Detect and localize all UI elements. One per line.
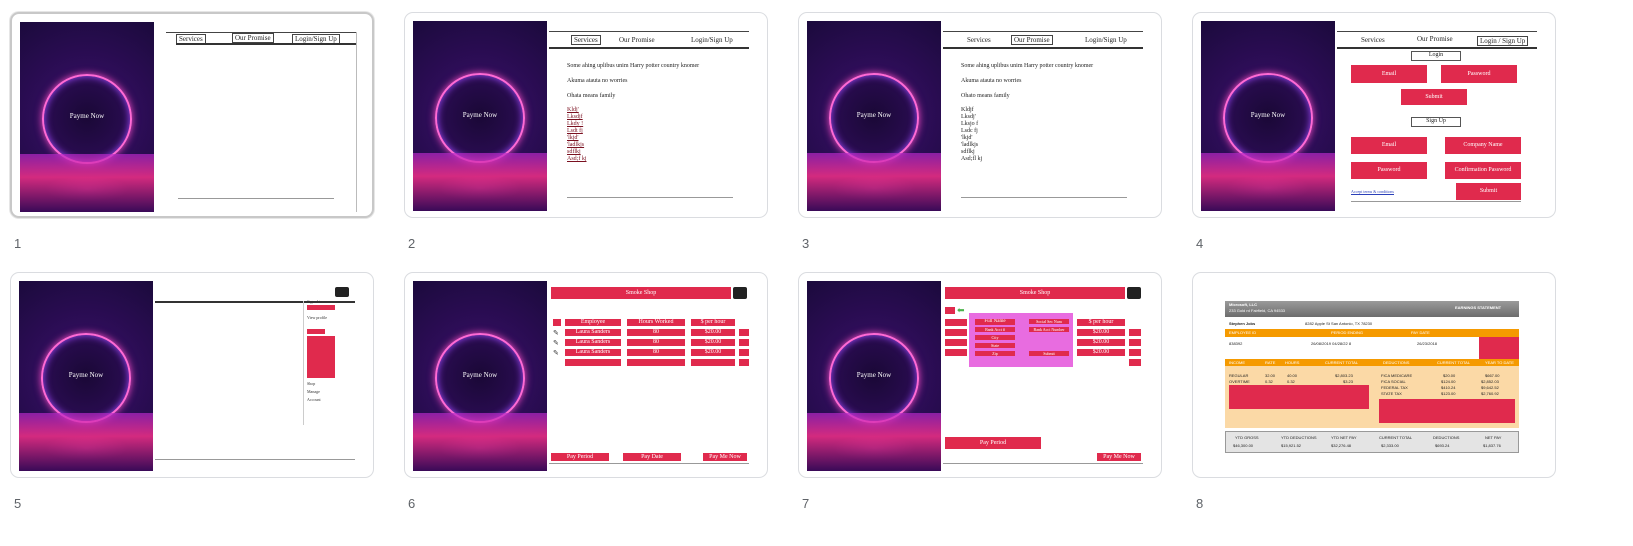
slide-thumbnail-8[interactable]: Microsoft, LLC 233 Gold rd Fairfield, CA… (1192, 272, 1556, 478)
nav-services[interactable]: Services (1361, 36, 1385, 44)
slide-thumbnail-2[interactable]: Payme Now Services Our Promise Login/Sig… (404, 12, 768, 218)
nav-our-promise[interactable]: Our Promise (1011, 35, 1053, 45)
password-field[interactable]: Password (1441, 65, 1517, 83)
slide-number: 1 (14, 236, 22, 251)
hero-image: Payme Now (807, 21, 941, 211)
hero-image: Payme Now (1201, 21, 1335, 211)
edit-icon[interactable]: ✎ (553, 339, 559, 347)
email-field[interactable]: Email (1351, 65, 1427, 83)
pay-period-button[interactable]: Pay Period (945, 437, 1041, 449)
signup-submit-button[interactable]: Submit (1456, 183, 1521, 200)
login-label: Login (1411, 51, 1461, 61)
slide-thumbnail-7[interactable]: Payme Now Smoke Shop ⬅ Full Name Bank Ac… (798, 272, 1162, 478)
signup-label: Sign Up (1411, 117, 1461, 127)
menu-toggle-button[interactable] (335, 287, 349, 297)
pay-date-button[interactable]: Pay Date (623, 453, 681, 461)
slide-canvas: Payme Now Services Our Promise Login/Sig… (20, 22, 366, 212)
shop-header: Smoke Shop (551, 287, 731, 299)
shop-header: Smoke Shop (945, 287, 1125, 299)
nav-login[interactable]: Login / Sign Up (1477, 36, 1529, 46)
edit-icon[interactable]: ✎ (553, 349, 559, 357)
hero-text: Payme Now (69, 112, 105, 120)
slide-thumbnail-4[interactable]: Payme Now Services Our Promise Login / S… (1192, 12, 1556, 218)
pay-me-now-button[interactable]: Pay Me Now (1097, 453, 1141, 461)
menu-toggle-button[interactable] (733, 287, 747, 299)
profile-button[interactable] (307, 305, 335, 310)
shop-menu[interactable] (307, 336, 335, 378)
signup-email-field[interactable]: Email (1351, 137, 1427, 154)
hero-image: Payme Now (19, 281, 153, 471)
nav-our-promise[interactable]: Our Promise (1417, 35, 1453, 43)
nav-login[interactable]: Login/Sign Up (691, 36, 733, 44)
company-name-field[interactable]: Company Name (1445, 137, 1521, 154)
pay-period-button[interactable]: Pay Period (551, 453, 609, 461)
pay-me-now-button[interactable]: Pay Me Now (703, 453, 747, 461)
nav-our-promise[interactable]: Our Promise (619, 36, 655, 44)
terms-checkbox[interactable]: Accept terms & conditions (1351, 189, 1394, 194)
signup-password-field[interactable]: Password (1351, 162, 1427, 179)
slide-thumbnail-5[interactable]: Payme Now Signed in as View profile Shop… (10, 272, 374, 478)
back-arrow-icon[interactable]: ⬅ (957, 305, 965, 316)
hero-image: Payme Now (413, 281, 547, 471)
hero-image: Payme Now (807, 281, 941, 471)
slide-thumbnail-3[interactable]: Payme Now Services Our Promise Login/Sig… (798, 12, 1162, 218)
hero-image: Payme Now (413, 21, 547, 211)
nav-services[interactable]: Services (967, 36, 991, 44)
slide-thumbnail-1[interactable]: Payme Now Services Our Promise Login/Sig… (10, 12, 374, 218)
menu-toggle-button[interactable] (1127, 287, 1141, 299)
nav-services[interactable]: Services (571, 35, 601, 45)
earnings-statement: Microsoft, LLC 233 Gold rd Fairfield, CA… (1201, 281, 1547, 471)
login-submit-button[interactable]: Submit (1401, 89, 1467, 105)
edit-icon[interactable]: ✎ (553, 329, 559, 337)
slide-thumbnail-6[interactable]: Payme Now Smoke Shop Employee Hours Work… (404, 272, 768, 478)
hero-image: Payme Now (20, 22, 154, 212)
confirm-password-field[interactable]: Confirmation Password (1445, 162, 1521, 179)
nav-login[interactable]: Login/Sign Up (1085, 36, 1127, 44)
popup-submit-button[interactable]: Submit (1029, 351, 1069, 356)
nav-our-promise[interactable]: Our Promise (232, 33, 274, 43)
